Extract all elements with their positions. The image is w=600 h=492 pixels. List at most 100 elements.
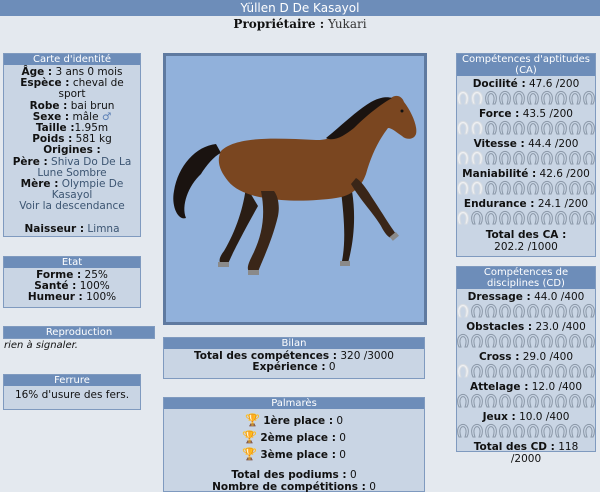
third-place-value: 0	[339, 449, 346, 461]
horseshoe-icon	[484, 333, 498, 348]
podiums-label: Total des podiums :	[231, 469, 347, 481]
horseshoe-icon	[554, 210, 568, 225]
ca-skill-label: Endurance :	[463, 198, 535, 210]
horseshoe-icon	[540, 180, 554, 195]
state-header: Etat	[4, 257, 140, 268]
horseshoe-icon	[540, 150, 554, 165]
sex-value: mâle	[72, 110, 99, 123]
horseshoe-icon	[470, 423, 484, 438]
horseshoe-icon	[484, 210, 498, 225]
horseshoe-icon	[554, 363, 568, 378]
cd-horseshoe-rating	[457, 423, 595, 440]
coat-label: Robe :	[29, 99, 68, 112]
weight-value: 581 kg	[75, 133, 112, 146]
horseshoe-icon	[526, 210, 540, 225]
horseshoe-icon	[540, 333, 554, 348]
first-place-value: 0	[336, 415, 344, 427]
horseshoe-icon	[456, 90, 470, 105]
third-place-label: 3ème place :	[260, 449, 336, 461]
cd-skill-row: Cross : 29.0 /400	[457, 351, 595, 363]
horseshoe-icon	[526, 90, 540, 105]
cd-skill-label: Attelage :	[469, 381, 529, 393]
horseshoe-icon	[568, 180, 582, 195]
competitions-label: Nombre de compétitions :	[212, 481, 366, 492]
breeder-label: Naisseur :	[24, 222, 85, 235]
horseshoe-icon	[512, 150, 526, 165]
weight-label: Poids :	[32, 133, 73, 146]
species-label: Espèce :	[20, 77, 70, 90]
cd-skill-value: 29.0 /400	[522, 351, 574, 363]
horseshoe-icon	[568, 150, 582, 165]
horseshoe-icon	[498, 333, 512, 348]
horseshoe-icon	[498, 120, 512, 135]
ca-skill-label: Maniabilité :	[462, 168, 537, 180]
ca-skill-label: Docilité :	[472, 78, 526, 90]
horseshoe-icon	[554, 303, 568, 318]
horseshoe-icon	[498, 363, 512, 378]
ca-skill-row: Docilité : 47.6 /200	[457, 78, 595, 90]
horseshoe-icon	[498, 150, 512, 165]
horseshoe-icon	[470, 180, 484, 195]
ca-skill-value: 42.6 /200	[539, 168, 590, 180]
horseshoe-icon	[526, 393, 540, 408]
horseshoe-icon	[512, 393, 526, 408]
horseshoe-icon	[470, 363, 484, 378]
state-panel: Etat Forme : 25% Santé : 100% Humeur : 1…	[3, 256, 141, 308]
horseshoe-icon	[540, 303, 554, 318]
owner-name[interactable]: Yukari	[328, 17, 367, 31]
horseshoe-icon	[484, 150, 498, 165]
horseshoe-icon	[498, 303, 512, 318]
horseshoe-icon	[582, 180, 596, 195]
horseshoe-icon	[456, 303, 470, 318]
horseshoe-icon	[470, 120, 484, 135]
horseshoe-icon	[554, 150, 568, 165]
gold-trophy-icon: 🏆	[244, 413, 260, 427]
ca-skill-row: Maniabilité : 42.6 /200	[457, 168, 595, 180]
cd-horseshoe-rating	[457, 393, 595, 410]
ca-skill-row: Endurance : 24.1 /200	[457, 198, 595, 210]
horseshoe-icon	[470, 150, 484, 165]
horseshoe-icon	[456, 333, 470, 348]
horseshoe-icon	[484, 90, 498, 105]
horseshoe-icon	[526, 180, 540, 195]
form-label: Forme :	[36, 269, 82, 281]
horse-image	[166, 56, 424, 322]
horseshoe-icon	[470, 333, 484, 348]
father-link[interactable]: Shiva Do De La Lune Sombre	[37, 156, 131, 179]
ca-header: Compétences d'aptitudes (CA)	[457, 54, 595, 76]
cd-panel: Compétences de disciplines (CD) Dressage…	[456, 266, 596, 465]
palmares-header: Palmarès	[164, 398, 424, 409]
horseshoe-icon	[470, 90, 484, 105]
ca-horseshoe-rating	[457, 150, 595, 167]
height-label: Taille :	[35, 122, 75, 135]
cd-horseshoe-rating	[457, 333, 595, 350]
horseshoe-icon	[456, 210, 470, 225]
horseshoe-icon	[582, 210, 596, 225]
horseshoe-icon	[512, 180, 526, 195]
mood-value: 100%	[86, 291, 117, 304]
ca-total-label: Total des CA :	[485, 229, 567, 241]
horseshoe-icon	[526, 303, 540, 318]
horseshoe-icon	[540, 90, 554, 105]
horseshoe-icon	[512, 303, 526, 318]
horseshoe-icon	[540, 363, 554, 378]
breeder-link[interactable]: Limna	[87, 223, 119, 235]
cd-skill-label: Obstacles :	[466, 321, 533, 333]
horseshoe-icon	[456, 363, 470, 378]
horseshoe-icon	[554, 90, 568, 105]
horseshoe-icon	[512, 120, 526, 135]
horseshoe-icon	[512, 210, 526, 225]
horseshoe-icon	[554, 333, 568, 348]
height-value: 1.95m	[74, 122, 109, 135]
mother-link[interactable]: Olympie De Kasayol	[52, 178, 124, 201]
bilan-panel: Bilan Total des compétences : 320 /3000 …	[163, 337, 425, 379]
shoeing-panel: Ferrure 16% d'usure des fers.	[3, 374, 141, 410]
ca-skill-value: 43.5 /200	[522, 108, 573, 120]
palmares-panel: Palmarès 🏆 1ère place : 0 🏆 2ème place :…	[163, 397, 425, 492]
horseshoe-icon	[582, 363, 596, 378]
ca-skill-label: Force :	[479, 108, 520, 120]
owner-line: Propriétaire : Yukari	[0, 16, 600, 32]
descendants-link[interactable]: Voir la descendance	[19, 200, 125, 212]
cd-skill-value: 44.0 /400	[534, 291, 585, 303]
cd-skill-value: 12.0 /400	[531, 381, 583, 393]
